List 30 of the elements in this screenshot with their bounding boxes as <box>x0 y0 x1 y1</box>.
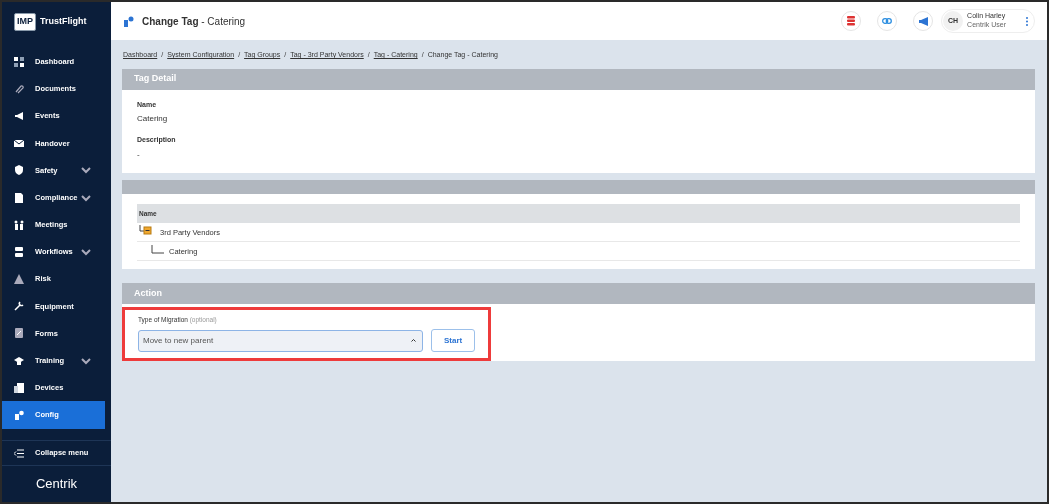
server-icon <box>14 246 24 257</box>
document-icon <box>14 192 24 203</box>
field-value: - <box>137 148 141 161</box>
page-title: Change Tag - Catering <box>142 14 246 29</box>
brand-name: TrustFlight <box>40 15 87 29</box>
caret-icon <box>411 339 416 342</box>
panel-header: Action <box>122 283 1035 305</box>
migration-select[interactable]: Move to new parent <box>138 329 423 352</box>
start-button[interactable]: Start <box>431 329 476 352</box>
paperclip-icon <box>14 83 24 94</box>
menu-icon <box>14 448 24 458</box>
field-value: Catering <box>137 113 169 125</box>
footer-logo: Centrik <box>35 475 78 494</box>
megaphone-icon <box>14 110 24 121</box>
logo-badge: IMP <box>14 13 36 31</box>
link-icon <box>882 18 893 24</box>
devices-icon <box>14 382 24 393</box>
stack-icon <box>847 16 856 26</box>
envelope-icon <box>14 138 24 149</box>
triangle-icon <box>14 274 24 285</box>
wrench-icon <box>14 301 24 312</box>
panel-header: Tag Detail <box>122 68 1035 90</box>
grid-icon <box>14 56 24 67</box>
config-icon <box>14 410 24 421</box>
config-icon <box>123 15 134 27</box>
megaphone-icon <box>918 16 928 26</box>
shield-icon <box>14 165 24 176</box>
form-icon <box>14 328 24 339</box>
people-icon <box>14 219 24 230</box>
graduation-cap-icon <box>14 355 24 366</box>
